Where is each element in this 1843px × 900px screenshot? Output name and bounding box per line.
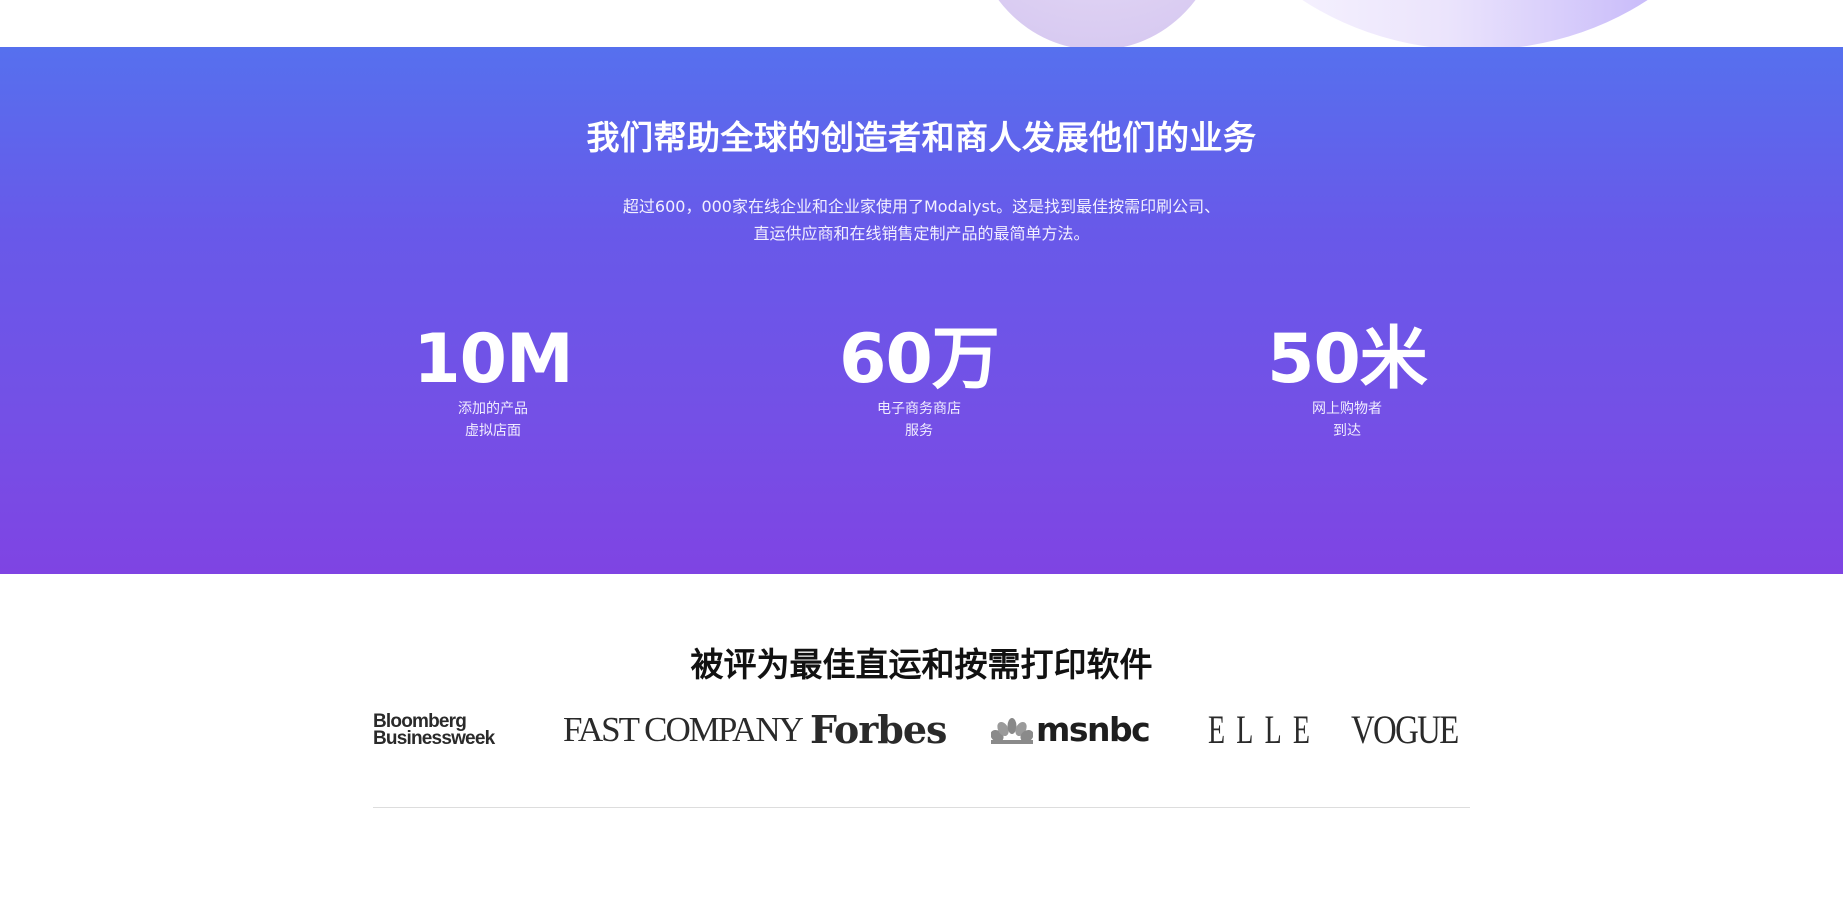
section-divider: [373, 807, 1470, 808]
hero-subtitle-line-1: 超过600，000家在线企业和企业家使用了Modalyst。这是找到最佳按需印刷…: [622, 197, 1221, 216]
stats-row: 10M 添加的产品 虚拟店面 60万 电子商务商店 服务 50米 网上购物者 到…: [0, 322, 1843, 452]
stat-label: 电子商务商店: [877, 401, 961, 417]
logo-text-line-2: Businessweek: [373, 728, 495, 749]
decorative-blob: [1195, 0, 1755, 47]
stat-label: 虚拟店面: [465, 423, 521, 439]
stat-number: 10M: [413, 320, 573, 399]
hero-title: 我们帮助全球的创造者和商人发展他们的业务: [586, 118, 1257, 157]
vogue-logo: VOGUE: [1351, 707, 1459, 752]
bloomberg-businessweek-logo: Bloomberg Businessweek: [373, 705, 523, 763]
hero-subtitle-line-2: 直运供应商和在线销售定制产品的最简单方法。: [753, 224, 1090, 243]
stat-label: 网上购物者: [1312, 401, 1382, 417]
stat-number: 50米: [1267, 320, 1428, 399]
stats-hero-section: 我们帮助全球的创造者和商人发展他们的业务 超过600，000家在线企业和企业家使…: [0, 47, 1843, 574]
logo-text: msnbc: [1036, 710, 1151, 749]
stat-label: 添加的产品: [458, 401, 528, 417]
stat-label: 服务: [905, 423, 933, 439]
peacock-icon: [990, 718, 1034, 744]
stat-stores: 60万 电子商务商店 服务: [739, 322, 1099, 442]
press-section: 被评为最佳直运和按需打印软件 Bloomberg Businessweek FA…: [0, 574, 1843, 900]
hero-subtitle: 超过600，000家在线企业和企业家使用了Modalyst。这是找到最佳按需印刷…: [0, 193, 1843, 247]
top-decoration: [0, 0, 1843, 47]
stat-label: 到达: [1333, 423, 1361, 439]
decorative-circle: [972, 0, 1222, 47]
press-title: 被评为最佳直运和按需打印软件: [690, 645, 1153, 684]
stat-number: 60万: [839, 320, 1000, 399]
msnbc-logo: msnbc: [990, 705, 1166, 755]
stat-products: 10M 添加的产品 虚拟店面: [313, 322, 673, 442]
fast-company-logo: FAST COMPANY: [563, 710, 804, 749]
stat-shoppers: 50米 网上购物者 到达: [1167, 322, 1527, 442]
press-logos: Bloomberg Businessweek FAST COMPANY Forb…: [373, 705, 1470, 755]
forbes-logo: Forbes: [810, 707, 947, 752]
elle-logo: ELLE: [1208, 707, 1322, 752]
